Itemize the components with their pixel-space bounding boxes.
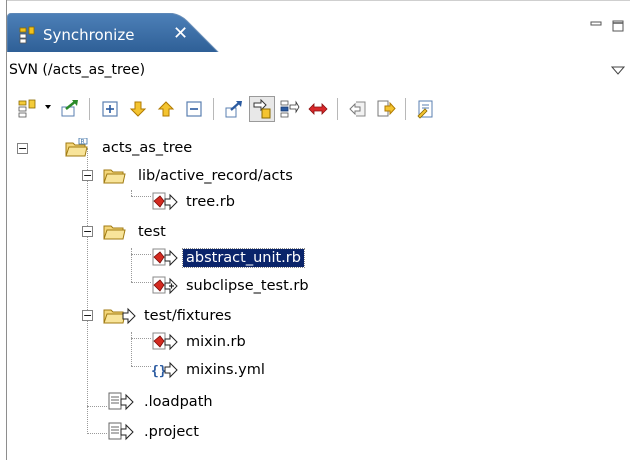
- tree-row-file[interactable]: {} mixins.yml: [151, 356, 268, 384]
- ruby-file-icon: [152, 248, 178, 267]
- pin-button[interactable]: [345, 96, 371, 122]
- pin-icon: [349, 101, 366, 117]
- next-change-icon: [129, 101, 147, 117]
- toolbar-separator: [213, 98, 214, 120]
- tree-label: mixins.yml: [186, 362, 265, 378]
- commit-button[interactable]: [57, 96, 83, 122]
- synchronize-view-icon: [19, 26, 35, 44]
- toolbar-separator: [405, 98, 406, 120]
- tree-row-folder[interactable]: test: [103, 218, 169, 246]
- folder-outgoing-icon: [103, 307, 136, 325]
- maximize-icon[interactable]: [611, 19, 625, 33]
- tree-connector: [87, 148, 89, 434]
- tab-title: Synchronize: [43, 26, 135, 44]
- settings-icon: [417, 100, 433, 119]
- expand-all-button[interactable]: [97, 96, 123, 122]
- synchronize-toolbar: [7, 88, 630, 130]
- project-folder-icon: R: [65, 138, 88, 157]
- tree-label: tree.rb: [186, 194, 235, 210]
- tree-row-file[interactable]: tree.rb: [151, 188, 238, 216]
- outgoing-mode-button[interactable]: [221, 96, 247, 122]
- synchronize-view: Synchronize ✕ SVN (/acts_as_tree) − R ac…: [6, 0, 630, 460]
- text-file-icon: [108, 392, 134, 411]
- tree-row-file[interactable]: mixin.rb: [151, 328, 249, 356]
- tree-label: .loadpath: [144, 394, 213, 410]
- incoming-outgoing-mode-button[interactable]: [277, 96, 303, 122]
- commit-icon: [61, 100, 78, 117]
- tree-row-root[interactable]: R acts_as_tree: [65, 134, 195, 162]
- ruby-file-added-icon: [152, 276, 178, 295]
- repository-path: SVN (/acts_as_tree): [9, 62, 146, 78]
- tree-row-file[interactable]: .loadpath: [107, 388, 216, 416]
- view-menu-icon[interactable]: [611, 64, 625, 76]
- tree-connector: [131, 196, 151, 198]
- close-tab-icon[interactable]: ✕: [173, 23, 188, 44]
- tree-row-folder[interactable]: test/fixtures: [103, 302, 234, 330]
- tree-row-file[interactable]: .project: [107, 418, 202, 446]
- toolbar-separator: [89, 98, 90, 120]
- folder-icon: [103, 169, 126, 184]
- tree-connector: [131, 338, 151, 340]
- conflicts-mode-icon: [308, 103, 328, 115]
- incoming-mode-icon: [253, 99, 271, 119]
- svg-text:{}: {}: [151, 364, 167, 379]
- synchronize-dropdown-icon[interactable]: [43, 102, 53, 112]
- tree-label: lib/active_record/acts: [138, 168, 293, 184]
- ruby-file-icon: [152, 332, 178, 351]
- settings-button[interactable]: [413, 96, 439, 122]
- synchronize-icon: [18, 99, 36, 118]
- outgoing-mode-icon: [225, 101, 242, 118]
- tree-label: test/fixtures: [144, 308, 232, 324]
- text-file-icon: [108, 422, 134, 441]
- collapse-toggle[interactable]: −: [17, 143, 28, 154]
- incoming-outgoing-mode-icon: [280, 100, 300, 118]
- folder-icon: [103, 225, 126, 240]
- collapse-toggle[interactable]: −: [82, 226, 93, 237]
- tree-label: .project: [144, 424, 199, 440]
- svg-text:R: R: [81, 139, 85, 146]
- previous-change-icon: [157, 101, 175, 117]
- tree-connector: [131, 254, 151, 256]
- repository-path-bar: SVN (/acts_as_tree): [7, 52, 630, 89]
- collapse-toggle[interactable]: −: [82, 170, 93, 181]
- minimize-icon[interactable]: [589, 19, 603, 33]
- tree-row-file[interactable]: abstract_unit.rb: [151, 244, 305, 272]
- yml-file-icon: {}: [151, 361, 178, 379]
- tree-label: test: [138, 224, 166, 240]
- view-tab-bar: Synchronize ✕: [7, 0, 630, 53]
- sync-tree: − R acts_as_tree − lib/active_record/act…: [7, 130, 630, 460]
- previous-change-button[interactable]: [153, 96, 179, 122]
- tree-connector: [87, 406, 107, 408]
- tree-connector: [131, 282, 151, 284]
- tree-label: mixin.rb: [186, 334, 246, 350]
- tree-connector: [131, 366, 151, 368]
- collapse-all-icon: [186, 101, 202, 117]
- toolbar-separator: [337, 98, 338, 120]
- ruby-file-icon: [152, 192, 178, 211]
- synchronize-button[interactable]: [15, 96, 41, 122]
- remove-icon: [377, 100, 396, 117]
- remove-button[interactable]: [373, 96, 399, 122]
- collapse-toggle[interactable]: −: [82, 310, 93, 321]
- incoming-mode-button[interactable]: [249, 96, 275, 122]
- tree-row-folder[interactable]: lib/active_record/acts: [103, 162, 296, 190]
- tree-label: subclipse_test.rb: [186, 278, 309, 294]
- expand-all-icon: [102, 101, 118, 117]
- tree-label-root: acts_as_tree: [102, 140, 193, 156]
- collapse-all-button[interactable]: [181, 96, 207, 122]
- next-change-button[interactable]: [125, 96, 151, 122]
- tree-label-selected: abstract_unit.rb: [182, 248, 305, 268]
- tree-connector: [87, 433, 107, 435]
- conflicts-mode-button[interactable]: [305, 96, 331, 122]
- tab-synchronize[interactable]: Synchronize ✕: [7, 13, 227, 53]
- tree-row-file[interactable]: subclipse_test.rb: [151, 272, 312, 300]
